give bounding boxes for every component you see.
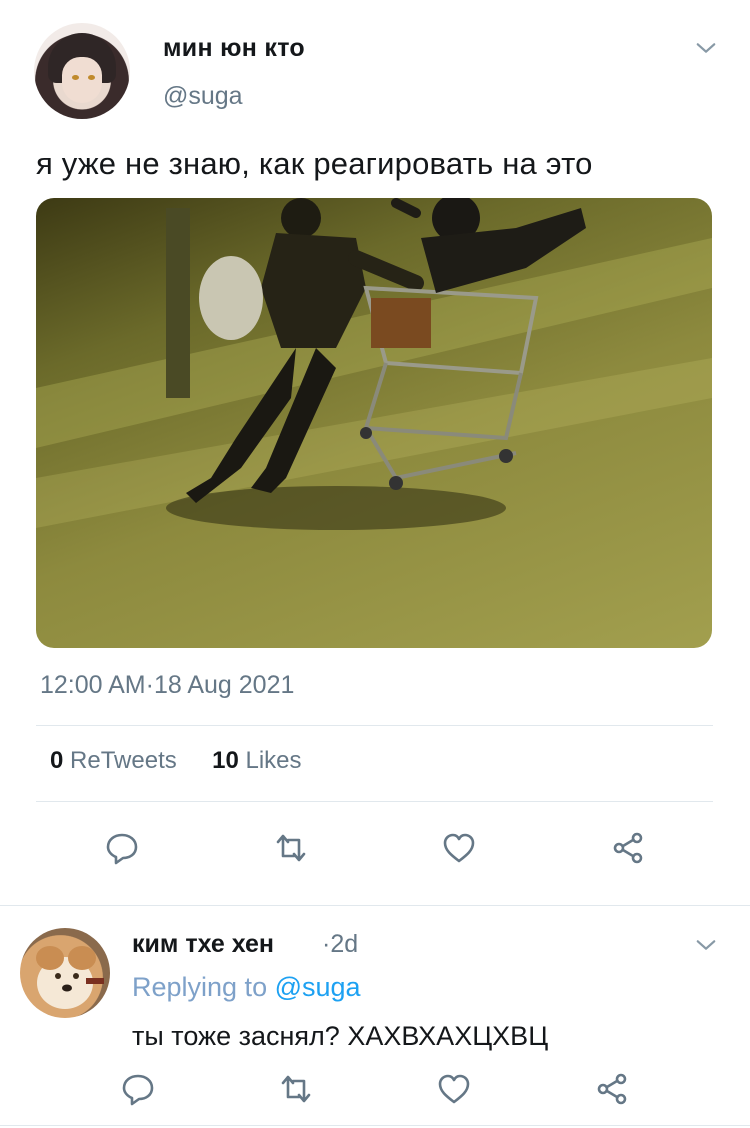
replying-to: Replying to @suga [132, 972, 361, 1003]
divider [36, 801, 713, 802]
avatar[interactable] [34, 23, 130, 119]
retweet-icon[interactable] [278, 1071, 314, 1107]
user-handle[interactable]: @suga [163, 82, 243, 111]
share-icon[interactable] [594, 1071, 630, 1107]
reply-display-name[interactable]: ким тхе хен [132, 930, 274, 959]
reply-icon[interactable] [104, 830, 140, 866]
heart-icon[interactable] [441, 830, 477, 866]
tweet-stats: 0 ReTweets 10 Likes [50, 747, 302, 775]
replying-handle-link[interactable]: @suga [275, 972, 361, 1002]
divider [0, 905, 750, 906]
reply-actions [0, 1071, 750, 1111]
share-icon[interactable] [610, 830, 646, 866]
chevron-down-icon[interactable] [695, 37, 717, 59]
retweets-count[interactable]: 0 [50, 747, 63, 774]
reply-icon[interactable] [120, 1071, 156, 1107]
divider [0, 1125, 750, 1126]
likes-label[interactable]: Likes [245, 747, 301, 774]
replying-label: Replying to [132, 972, 268, 1002]
display-name[interactable]: мин юн кто [163, 34, 305, 63]
likes-count[interactable]: 10 [212, 747, 239, 774]
retweets-label[interactable]: ReTweets [70, 747, 177, 774]
reply-time[interactable]: ·2d [322, 930, 358, 959]
tweet-media-image[interactable] [36, 198, 712, 648]
reply-text: ты тоже заснял? ХАХВХАХЦХВЦ [132, 1021, 549, 1051]
tweet-text: я уже не знаю, как реагировать на это [36, 146, 593, 181]
chevron-down-icon[interactable] [695, 934, 717, 956]
heart-icon[interactable] [436, 1071, 472, 1107]
retweet-icon[interactable] [273, 830, 309, 866]
tweet-timestamp[interactable]: 12:00 AM·18 Aug 2021 [40, 671, 294, 700]
tweet-actions [0, 830, 750, 870]
avatar[interactable] [20, 928, 110, 1018]
divider [36, 725, 713, 726]
